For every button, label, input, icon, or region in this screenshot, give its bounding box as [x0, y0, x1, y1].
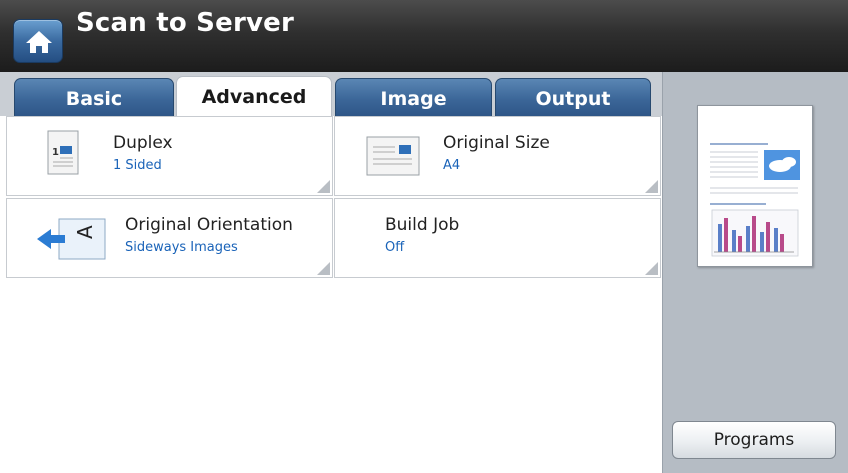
expand-corner-icon — [645, 180, 658, 193]
tab-output[interactable]: Output — [495, 78, 651, 117]
orientation-icon: A — [37, 218, 106, 260]
original-size-icon — [366, 136, 420, 176]
duplex-option[interactable]: 1 Duplex 1 Sided — [6, 116, 333, 196]
original-orientation-label: Original Orientation — [125, 215, 293, 235]
build-job-option[interactable]: Build Job Off — [334, 198, 661, 278]
scan-to-server-screen: Scan to Server Basic Advanced Image Outp… — [0, 0, 848, 473]
page-title: Scan to Server — [76, 8, 294, 38]
expand-corner-icon — [317, 180, 330, 193]
preview-panel: Programs — [662, 72, 848, 473]
tab-basic[interactable]: Basic — [14, 78, 174, 117]
document-preview — [697, 105, 813, 267]
build-job-label: Build Job — [385, 215, 460, 235]
tab-strip: Basic Advanced Image Output — [0, 72, 662, 117]
title-bar: Scan to Server — [0, 0, 848, 72]
programs-button[interactable]: Programs — [672, 421, 836, 459]
home-button[interactable] — [13, 19, 63, 63]
original-orientation-option[interactable]: A Original Orientation Sideways Images — [6, 198, 333, 278]
build-job-value: Off — [385, 240, 405, 255]
original-size-option[interactable]: Original Size A4 — [334, 116, 661, 196]
document-preview-icon — [710, 143, 800, 257]
tab-image[interactable]: Image — [335, 78, 492, 117]
svg-text:1: 1 — [52, 147, 59, 158]
expand-corner-icon — [317, 262, 330, 275]
duplex-label: Duplex — [113, 133, 173, 153]
duplex-page-icon: 1 — [47, 130, 79, 175]
original-size-value: A4 — [443, 158, 461, 173]
expand-corner-icon — [645, 262, 658, 275]
original-orientation-value: Sideways Images — [125, 240, 238, 255]
options-panel: 1 Duplex 1 Sided Original Size A4 A Orig… — [0, 116, 662, 473]
svg-text:A: A — [73, 225, 97, 239]
tab-advanced[interactable]: Advanced — [176, 76, 332, 117]
duplex-value: 1 Sided — [113, 158, 162, 173]
home-icon — [26, 31, 52, 53]
original-size-label: Original Size — [443, 133, 550, 153]
